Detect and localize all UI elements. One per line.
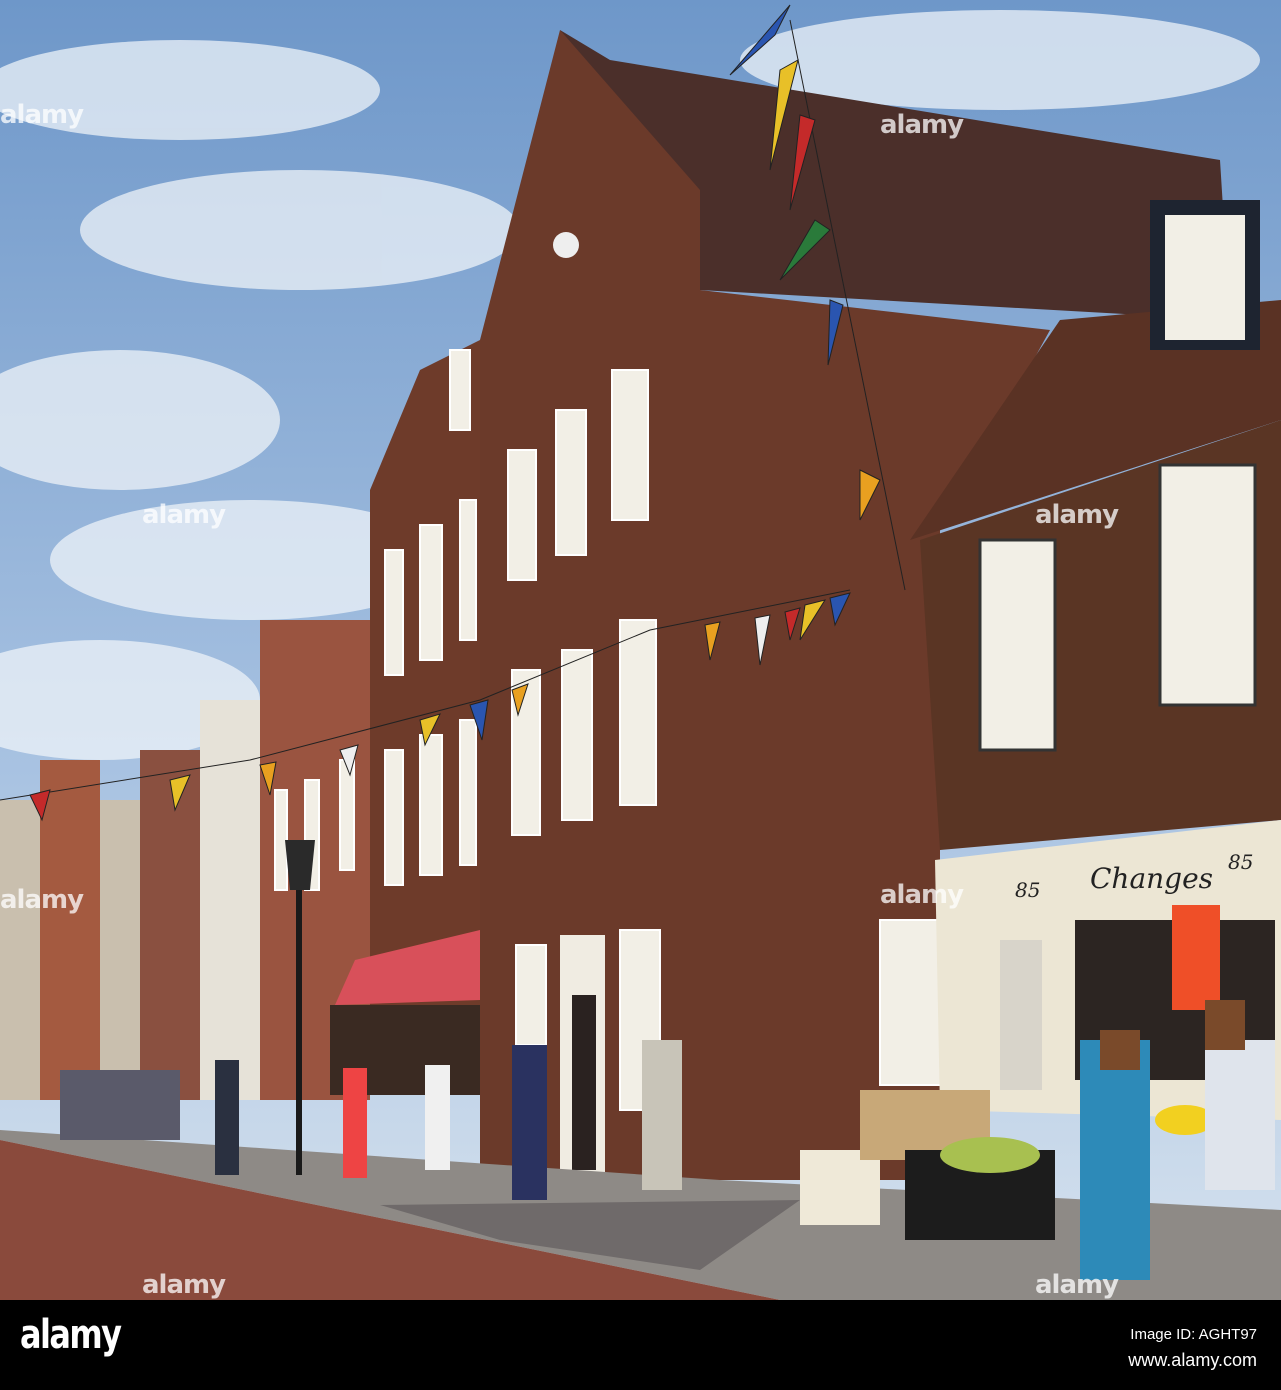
lamp-post: [296, 870, 302, 1175]
watermark: alamy: [0, 100, 84, 130]
watermark: alamy: [0, 885, 84, 915]
oculus-window: [553, 232, 579, 258]
site-url: www.alamy.com: [1128, 1350, 1257, 1370]
photo-frame: Changes 85 85 alamy alamy alamy alamy al…: [0, 0, 1281, 1390]
watermark: alamy: [880, 880, 964, 910]
watermark: alamy: [1035, 1270, 1119, 1300]
footer-strip: alamy Image ID: AGHT97 www.alamy.com: [0, 1300, 1281, 1390]
shop-sign-name: Changes: [1090, 862, 1214, 895]
orange-poster: [1172, 905, 1220, 1010]
image-id: Image ID: AGHT97: [1130, 1326, 1257, 1343]
watermark: alamy: [142, 1270, 226, 1300]
watermark: alamy: [880, 110, 964, 140]
watermark: alamy: [142, 500, 226, 530]
shop-sign-number-left: 85: [1015, 878, 1041, 902]
watermark: alamy: [1035, 500, 1119, 530]
alamy-logo: alamy: [20, 1312, 122, 1358]
shop-sign-number-right: 85: [1228, 850, 1254, 874]
street-scene-photo: [0, 0, 1281, 1300]
